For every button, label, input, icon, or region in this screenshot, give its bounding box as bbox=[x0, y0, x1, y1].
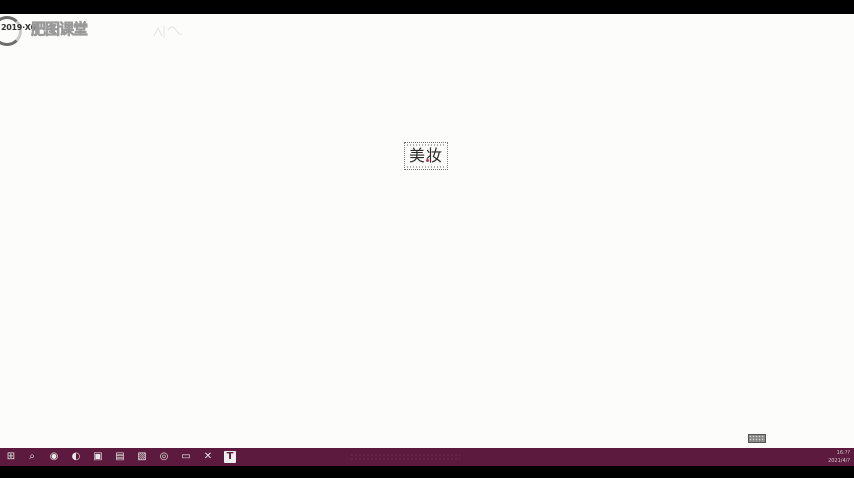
folder-icon[interactable]: ▭ bbox=[180, 451, 192, 463]
browser-icon[interactable]: ◉ bbox=[48, 451, 60, 463]
document-icon[interactable]: ▤ bbox=[114, 451, 126, 463]
logo-accent-dot bbox=[426, 159, 429, 162]
touch-keyboard-button[interactable] bbox=[748, 434, 766, 443]
text-icon[interactable]: T bbox=[224, 451, 236, 463]
faint-emblem-icon bbox=[153, 26, 183, 38]
files-icon[interactable]: ▣ bbox=[92, 451, 104, 463]
logo-dotted-border-bottom bbox=[406, 166, 446, 168]
game-icon[interactable]: ◎ bbox=[158, 451, 170, 463]
center-brand-logo: 美妆 bbox=[404, 142, 448, 170]
windows-start-icon[interactable]: ⊞ bbox=[5, 451, 17, 463]
tool-icon[interactable]: ✕ bbox=[202, 451, 214, 463]
taskbar-clock[interactable]: 16:?? 2021/4/? bbox=[820, 448, 850, 467]
image-icon[interactable]: ▧ bbox=[136, 451, 148, 463]
app-icon[interactable]: ◐ bbox=[70, 451, 82, 463]
clock-date: 2021/4/? bbox=[828, 458, 850, 464]
watermark-logo: 2019·X0 肥图课堂 bbox=[0, 14, 110, 48]
taskbar: ⊞ ⌕ ◉ ◐ ▣ ▤ ▧ ◎ ▭ ✕ T 16:?? 2021/4/? bbox=[0, 448, 854, 466]
search-icon[interactable]: ⌕ bbox=[26, 451, 38, 463]
desktop: 2019·X0 肥图课堂 美妆 bbox=[0, 14, 854, 448]
taskbar-search-box[interactable] bbox=[350, 453, 460, 461]
screen: 2019·X0 肥图课堂 美妆 ⊞ ⌕ ◉ ◐ ▣ ▤ ▧ ◎ ▭ ✕ T 16… bbox=[0, 0, 854, 478]
watermark-name: 肥图课堂 bbox=[31, 20, 89, 39]
clock-time: 16:?? bbox=[836, 450, 850, 456]
bottom-letterbox bbox=[0, 466, 854, 478]
logo-text: 美妆 bbox=[408, 146, 443, 165]
